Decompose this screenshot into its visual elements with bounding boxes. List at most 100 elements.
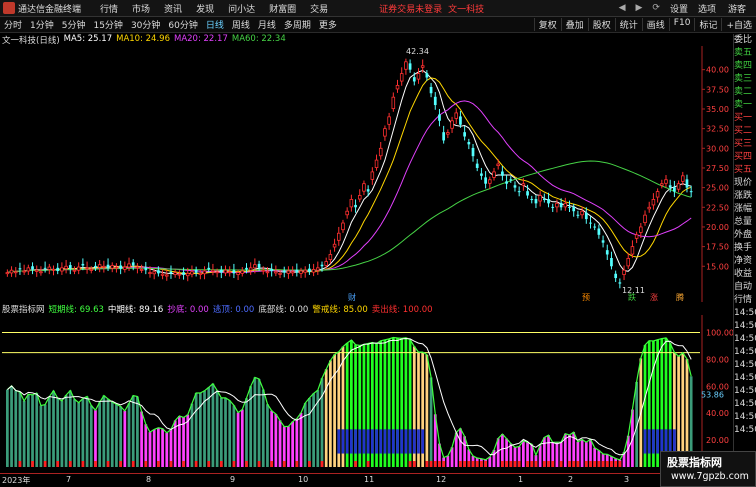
candle-body[interactable] <box>215 271 219 274</box>
candle-body[interactable] <box>47 266 52 270</box>
period-daily[interactable]: 日线 <box>202 18 228 31</box>
candle-body[interactable] <box>614 273 618 279</box>
candle-body[interactable] <box>450 120 454 129</box>
candle-body[interactable] <box>605 250 609 255</box>
candle-body[interactable] <box>589 222 592 224</box>
candle-body[interactable] <box>177 273 182 276</box>
candle-body[interactable] <box>345 210 349 216</box>
candle-body[interactable] <box>492 171 496 178</box>
candle-body[interactable] <box>459 116 462 125</box>
candlestick-chart[interactable]: 15.00 17.50 20.00 22.50 25.00 27.50 30.00 32.50… <box>0 46 733 302</box>
candle-body[interactable] <box>265 271 270 274</box>
candle-body[interactable] <box>475 163 479 168</box>
candle-body[interactable] <box>219 269 223 273</box>
candle-body[interactable] <box>647 206 651 210</box>
candle-body[interactable] <box>622 269 626 275</box>
candle-body[interactable] <box>190 271 194 275</box>
candle-body[interactable] <box>378 147 383 157</box>
candle-body[interactable] <box>89 269 94 271</box>
candle-body[interactable] <box>286 270 291 274</box>
candle-body[interactable] <box>311 269 316 273</box>
menu-news[interactable]: 资讯 <box>164 2 182 15</box>
candle-body[interactable] <box>681 175 685 182</box>
candle-body[interactable] <box>182 272 185 275</box>
candle-body[interactable] <box>236 272 240 275</box>
candle-body[interactable] <box>223 269 228 274</box>
candle-body[interactable] <box>13 271 18 274</box>
candle-body[interactable] <box>148 272 152 274</box>
event-marker-limit-up[interactable]: 涨 <box>650 292 658 302</box>
tool-stats[interactable]: 统计 <box>614 18 642 31</box>
candle-body[interactable] <box>9 269 14 274</box>
candle-body[interactable] <box>56 267 60 271</box>
candle-body[interactable] <box>517 191 521 193</box>
candle-body[interactable] <box>547 199 550 204</box>
candle-body[interactable] <box>22 270 26 273</box>
candle-body[interactable] <box>433 96 437 106</box>
candle-body[interactable] <box>563 202 568 208</box>
candle-body[interactable] <box>308 268 311 272</box>
candle-body[interactable] <box>257 263 261 268</box>
candle-body[interactable] <box>248 267 253 271</box>
candle-body[interactable] <box>501 171 504 176</box>
candle-body[interactable] <box>123 266 127 270</box>
candle-body[interactable] <box>299 270 303 274</box>
candle-body[interactable] <box>76 266 81 271</box>
candle-body[interactable] <box>303 269 307 273</box>
candle-body[interactable] <box>97 264 102 268</box>
tool-equity[interactable]: 股权 <box>587 18 615 31</box>
candle-body[interactable] <box>160 273 165 276</box>
indicator-name[interactable]: 股票指标网 <box>2 303 45 315</box>
candle-body[interactable] <box>538 195 542 202</box>
candle-body[interactable] <box>395 84 400 90</box>
candle-body[interactable] <box>169 271 173 274</box>
event-marker-earnings[interactable]: 财 <box>348 292 356 302</box>
candle-body[interactable] <box>597 228 601 235</box>
candle-body[interactable] <box>94 265 97 268</box>
tool-add-watchlist[interactable]: +自选 <box>721 18 756 31</box>
candle-body[interactable] <box>290 271 295 274</box>
candle-body[interactable] <box>639 226 643 233</box>
candle-body[interactable] <box>26 267 31 272</box>
candle-body[interactable] <box>270 269 274 271</box>
tool-mark[interactable]: 标记 <box>694 18 721 31</box>
candle-body[interactable] <box>509 179 513 181</box>
candle-body[interactable] <box>655 191 660 198</box>
candle-body[interactable] <box>39 271 43 274</box>
candle-body[interactable] <box>484 177 487 184</box>
candle-body[interactable] <box>446 132 450 135</box>
candle-body[interactable] <box>240 270 245 274</box>
candle-body[interactable] <box>152 271 156 275</box>
candle-body[interactable] <box>5 272 10 275</box>
candle-body[interactable] <box>374 159 379 168</box>
indicator-chart[interactable]: 100.0080.0060.0040.0020.0053.86 <box>0 315 733 473</box>
candle-body[interactable] <box>60 267 64 272</box>
candle-body[interactable] <box>521 183 526 186</box>
candle-body[interactable] <box>438 114 441 121</box>
candle-body[interactable] <box>227 271 232 274</box>
period-60min[interactable]: 60分钟 <box>164 18 201 31</box>
candle-body[interactable] <box>31 266 34 270</box>
candle-body[interactable] <box>232 270 236 274</box>
candle-body[interactable] <box>664 179 668 184</box>
candle-body[interactable] <box>349 199 354 208</box>
menu-settings[interactable]: 设置 <box>670 2 688 15</box>
candle-body[interactable] <box>542 199 546 201</box>
candle-body[interactable] <box>341 222 345 231</box>
candle-body[interactable] <box>383 128 387 137</box>
candle-body[interactable] <box>207 267 211 270</box>
candle-body[interactable] <box>576 214 580 216</box>
candle-body[interactable] <box>328 254 333 260</box>
candle-body[interactable] <box>429 86 433 94</box>
candle-body[interactable] <box>194 269 198 273</box>
candle-body[interactable] <box>198 272 203 275</box>
candle-body[interactable] <box>357 195 362 200</box>
candle-body[interactable] <box>488 179 492 184</box>
candle-body[interactable] <box>253 264 257 269</box>
candle-body[interactable] <box>601 240 605 243</box>
candle-body[interactable] <box>119 265 122 269</box>
candle-body[interactable] <box>320 264 324 267</box>
candle-body[interactable] <box>387 116 391 125</box>
candle-body[interactable] <box>630 246 635 255</box>
candle-body[interactable] <box>480 173 483 176</box>
